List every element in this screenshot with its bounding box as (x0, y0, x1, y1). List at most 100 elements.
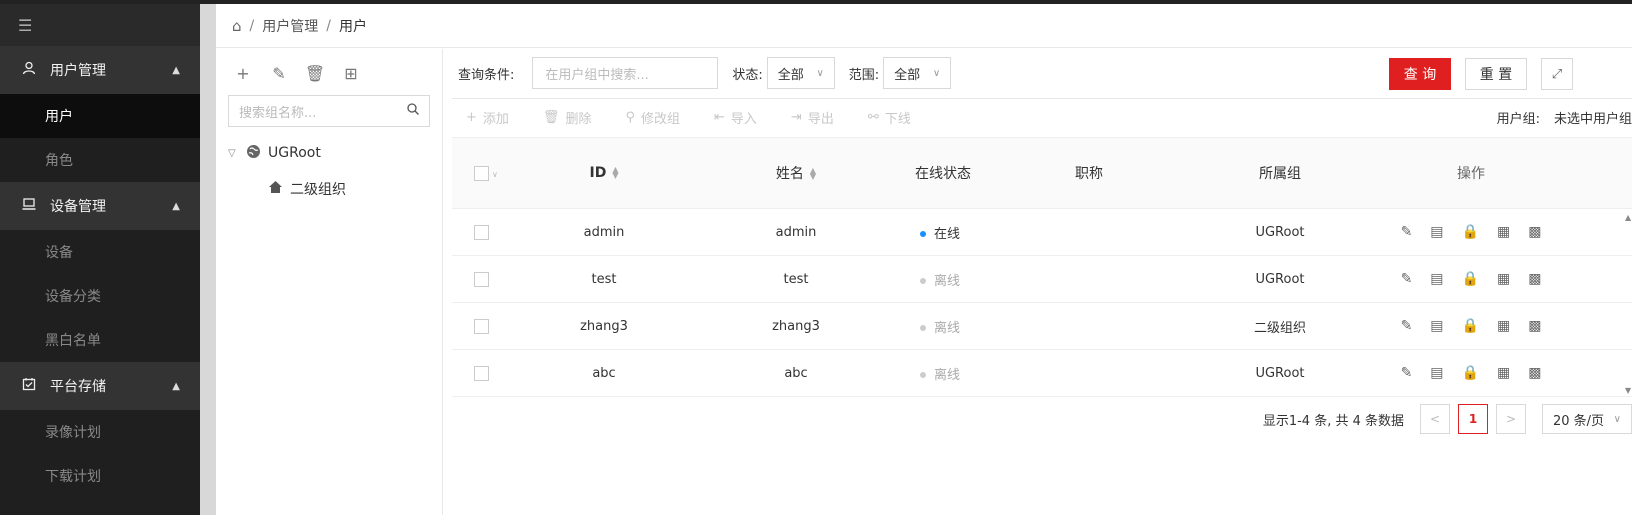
doc-check-icon[interactable]: ▦ (1497, 318, 1510, 334)
edit-icon[interactable]: ✎ (1401, 365, 1413, 381)
table-scrollbar[interactable]: ▲ ▼ (1625, 211, 1632, 397)
next-page-icon[interactable]: > (1496, 404, 1526, 434)
fullscreen-icon[interactable]: ⤢ (1541, 58, 1573, 90)
lock-icon[interactable]: 🔒 (1462, 318, 1479, 334)
offline-button[interactable]: ⚯ 下线 (868, 108, 911, 127)
scroll-up-icon[interactable]: ▲ (1625, 213, 1631, 222)
tree-node-ugroot[interactable]: ▽ UGRoot (228, 135, 430, 171)
table-row[interactable]: test test 离线 UGRoot ✎ ▤ 🔒 ▦ ▩ (452, 256, 1632, 303)
chevron-down-icon[interactable]: ▽ (228, 148, 246, 159)
import-icon: ⇤ (714, 110, 725, 125)
sidebar-item-device[interactable]: 设备 (0, 230, 200, 274)
sidebar-group-platform-storage[interactable]: 平台存储 ▲ (0, 362, 200, 410)
qrcode-icon[interactable]: ▩ (1528, 365, 1541, 381)
row-checkbox[interactable] (452, 365, 508, 381)
breadcrumb-separator: / (326, 17, 331, 34)
table-header: ∨ ID ▲ ▼ 姓名 ▲ ▼ 在线状态 职称 所属组 操作 (452, 137, 1632, 209)
edit-icon[interactable]: ✎ (1401, 271, 1413, 287)
detail-icon[interactable]: ▤ (1430, 224, 1443, 240)
sidebar-group-label: 设备管理 (50, 199, 106, 215)
select-all-checkbox[interactable]: ∨ (452, 165, 508, 181)
modify-group-button[interactable]: ⚲ 修改组 (625, 108, 680, 127)
qrcode-icon[interactable]: ▩ (1528, 271, 1541, 287)
sidebar-group-label: 平台存储 (50, 379, 106, 395)
sidebar-item-device-category[interactable]: 设备分类 (0, 274, 200, 318)
table-row[interactable]: zhang3 zhang3 离线 二级组织 ✎ ▤ 🔒 ▦ ▩ (452, 303, 1632, 350)
cell-status: 离线 (892, 317, 994, 336)
sidebar: ☰ 用户管理 ▲ 用户 角色 设备管理 ▲ 设备 设备分类 黑白名单 平台存储 … (0, 4, 200, 515)
page-number[interactable]: 1 (1458, 404, 1488, 434)
edit-icon[interactable]: ✎ (1401, 318, 1413, 334)
status-select[interactable]: 全部 ∨ (766, 57, 835, 89)
search-placeholder: 在用户组中搜索... (545, 67, 649, 83)
sidebar-item-record-plan[interactable]: 录像计划 (0, 410, 200, 454)
search-icon[interactable] (407, 103, 419, 119)
doc-check-icon[interactable]: ▦ (1497, 224, 1510, 240)
export-button[interactable]: ⇥ 导出 (791, 108, 834, 127)
cell-id: abc (592, 365, 616, 381)
action-toolbar: + 添加 🗑 删除 ⚲ 修改组 ⇤ 导入 ⇥ 导出 ⚯ 下线 用户组: 未选中用户组 (452, 98, 1632, 136)
home-icon[interactable]: ⌂ (232, 17, 242, 35)
user-group-search-input[interactable]: 在用户组中搜索... (532, 57, 719, 89)
chevron-up-icon: ▲ (172, 64, 180, 76)
edit-icon[interactable]: ✎ (1401, 224, 1413, 240)
link-icon: ⚯ (867, 110, 879, 125)
scroll-down-icon[interactable]: ▼ (1625, 386, 1631, 395)
qrcode-icon[interactable]: ▩ (1528, 224, 1541, 240)
chevron-up-icon: ▲ (172, 380, 180, 392)
cell-name: test (783, 271, 809, 287)
row-checkbox[interactable] (452, 271, 508, 287)
sidebar-scrollbar[interactable] (200, 4, 216, 515)
sidebar-group-device-management[interactable]: 设备管理 ▲ (0, 182, 200, 230)
lock-icon[interactable]: 🔒 (1462, 224, 1479, 240)
tree-node-secondary-org[interactable]: 二级组织 (228, 171, 430, 207)
user-icon (22, 61, 40, 79)
qrcode-icon[interactable]: ▩ (1528, 318, 1541, 334)
sidebar-item-blackwhite-list[interactable]: 黑白名单 (0, 318, 200, 362)
calendar-check-icon (22, 377, 40, 395)
tree-search-input[interactable]: 搜索组名称... (228, 95, 430, 127)
sidebar-group-user-management[interactable]: 用户管理 ▲ (0, 46, 200, 94)
header-status: 在线状态 (915, 166, 971, 182)
prev-page-icon[interactable]: < (1420, 404, 1450, 434)
breadcrumb-parent[interactable]: 用户管理 (262, 16, 318, 36)
cell-id: test (591, 271, 617, 287)
detail-icon[interactable]: ▤ (1430, 271, 1443, 287)
table-row[interactable]: admin admin 在线 UGRoot ✎ ▤ 🔒 ▦ ▩ (452, 209, 1632, 256)
header-name[interactable]: 姓名 ▲ ▼ (700, 163, 892, 183)
detail-icon[interactable]: ▤ (1430, 365, 1443, 381)
sidebar-item-user[interactable]: 用户 (0, 94, 200, 138)
edit-icon[interactable]: ✎ (268, 64, 290, 83)
page-size-select[interactable]: 20 条/页 ∨ (1542, 404, 1632, 434)
lock-icon[interactable]: 🔒 (1462, 365, 1479, 381)
sort-icon[interactable]: ▲ ▼ (810, 167, 816, 181)
trash-icon[interactable]: 🗑 (304, 64, 326, 83)
page-size-value: 20 条/页 (1553, 413, 1605, 429)
doc-check-icon[interactable]: ▦ (1497, 365, 1510, 381)
cell-name: admin (775, 224, 817, 240)
import-button[interactable]: ⇤ 导入 (714, 108, 757, 127)
cell-ops: ✎ ▤ 🔒 ▦ ▩ (1376, 271, 1566, 287)
header-id[interactable]: ID ▲ ▼ (508, 165, 700, 181)
sort-icon[interactable]: ▲ ▼ (612, 166, 618, 180)
sidebar-item-role[interactable]: 角色 (0, 138, 200, 182)
detail-icon[interactable]: ▤ (1430, 318, 1443, 334)
row-checkbox[interactable] (452, 224, 508, 240)
cell-group: UGRoot (1255, 365, 1305, 381)
collapse-tree-icon[interactable]: ⊞ (340, 64, 362, 83)
scope-select[interactable]: 全部 ∨ (883, 57, 952, 89)
monitor-icon (22, 197, 40, 215)
query-button[interactable]: 查 询 (1389, 58, 1451, 90)
add-button[interactable]: + 添加 (466, 108, 509, 127)
plus-icon[interactable]: + (232, 64, 254, 83)
reset-button[interactable]: 重 置 (1465, 58, 1527, 90)
cell-group: 二级组织 (1253, 320, 1306, 336)
row-checkbox[interactable] (452, 318, 508, 334)
chevron-up-icon: ▲ (172, 200, 180, 212)
menu-collapse-icon[interactable]: ☰ (0, 4, 200, 46)
delete-button[interactable]: 🗑 删除 (543, 108, 592, 127)
table-row[interactable]: abc abc 离线 UGRoot ✎ ▤ 🔒 ▦ ▩ (452, 350, 1632, 397)
doc-check-icon[interactable]: ▦ (1497, 271, 1510, 287)
sidebar-item-download-plan[interactable]: 下载计划 (0, 454, 200, 498)
lock-icon[interactable]: 🔒 (1462, 271, 1479, 287)
